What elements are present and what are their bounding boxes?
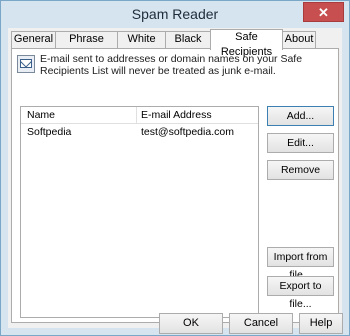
cancel-button[interactable]: Cancel bbox=[229, 313, 293, 334]
import-button[interactable]: Import from file... bbox=[267, 247, 334, 281]
remove-button[interactable]: Remove bbox=[267, 160, 334, 180]
row-email: test@softpedia.com bbox=[141, 126, 234, 138]
add-button[interactable]: Add... bbox=[267, 106, 334, 126]
tab-about[interactable]: About bbox=[282, 31, 316, 48]
info-text: E-mail sent to addresses or domain names… bbox=[40, 53, 303, 77]
dialog-client-area: General Phrase Filter White List Black L… bbox=[8, 28, 342, 328]
help-button[interactable]: Help bbox=[299, 313, 343, 334]
tab-phrase-filter[interactable]: Phrase Filter bbox=[55, 31, 118, 60]
close-button[interactable]: ✕ bbox=[303, 2, 344, 22]
envelope-icon bbox=[17, 55, 35, 73]
column-header-name[interactable]: Name bbox=[27, 109, 55, 121]
ok-button[interactable]: OK bbox=[159, 313, 223, 334]
title-bar[interactable]: Spam Reader ✕ bbox=[1, 1, 349, 27]
column-header-email[interactable]: E-mail Address bbox=[141, 109, 212, 121]
safe-recipients-panel: E-mail sent to addresses or domain names… bbox=[11, 48, 339, 323]
tab-safe-recipients[interactable]: Safe Recipients bbox=[210, 29, 283, 58]
tab-general[interactable]: General bbox=[11, 31, 56, 48]
edit-button[interactable]: Edit... bbox=[267, 133, 334, 153]
window-title: Spam Reader bbox=[131, 6, 219, 22]
dialog-window: Spam Reader ✕ General Phrase Filter Whit… bbox=[0, 0, 350, 336]
row-name: Softpedia bbox=[27, 126, 72, 138]
tab-black-list[interactable]: Black List bbox=[165, 31, 211, 60]
tab-white-list[interactable]: White List bbox=[117, 31, 166, 60]
recipients-list[interactable]: Name E-mail Address Softpedia test@softp… bbox=[20, 106, 259, 318]
column-divider[interactable] bbox=[136, 107, 137, 123]
table-row[interactable]: Softpedia test@softpedia.com bbox=[21, 125, 258, 141]
list-header: Name E-mail Address bbox=[21, 107, 258, 124]
export-button[interactable]: Export to file... bbox=[267, 276, 334, 310]
